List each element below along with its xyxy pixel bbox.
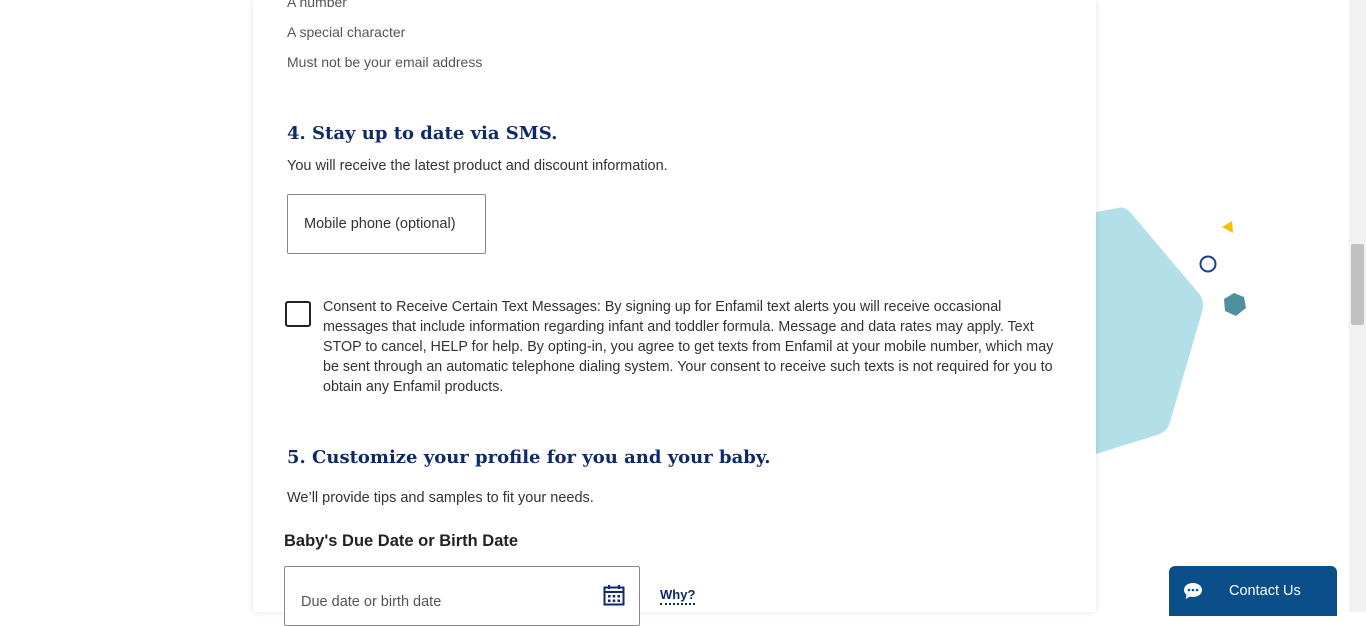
sms-consent-text: Consent to Receive Certain Text Messages…	[323, 299, 1054, 395]
baby-date-field	[284, 566, 640, 626]
why-link[interactable]: Why?	[660, 587, 696, 605]
scrollbar-thumb[interactable]	[1351, 244, 1364, 325]
ring-shape	[1199, 255, 1217, 273]
calendar-icon[interactable]	[603, 584, 625, 606]
profile-section-heading: 5. Customize your profile for you and yo…	[287, 447, 771, 468]
mobile-phone-input[interactable]	[287, 194, 486, 254]
hexagon-shape	[1224, 293, 1246, 316]
decorative-shapes	[1096, 207, 1246, 454]
chat-icon	[1184, 583, 1202, 599]
sms-section-description: You will receive the latest product and …	[287, 158, 668, 174]
profile-section-description: We’ll provide tips and samples to fit yo…	[287, 490, 594, 506]
contact-us-button[interactable]: Contact Us	[1169, 566, 1337, 616]
pentagon-shape	[1096, 207, 1204, 454]
sms-section-heading: 4. Stay up to date via SMS.	[287, 123, 558, 144]
password-requirement-special-character: A special character	[287, 24, 406, 40]
password-requirement-not-email: Must not be your email address	[287, 54, 483, 70]
baby-date-label: Baby's Due Date or Birth Date	[284, 532, 519, 550]
contact-us-label: Contact Us	[1229, 583, 1301, 599]
sms-consent-checkbox[interactable]	[285, 301, 311, 327]
password-requirement-number: A number	[287, 0, 347, 10]
triangle-shape	[1222, 221, 1233, 233]
baby-date-input[interactable]	[285, 567, 585, 625]
